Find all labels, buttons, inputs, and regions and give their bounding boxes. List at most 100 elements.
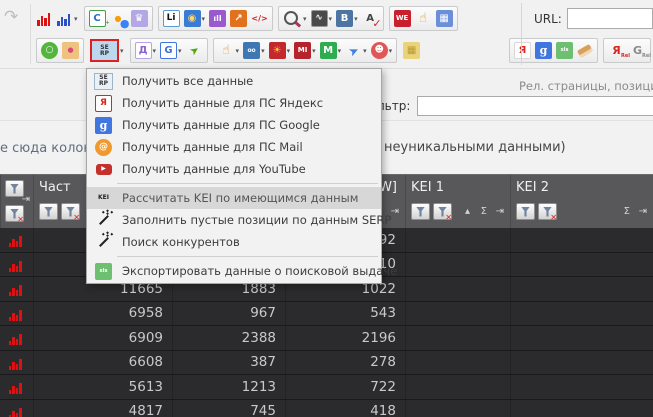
pin-icon[interactable]: ⇥ <box>391 206 399 217</box>
sort-asc-icon[interactable]: ▴ <box>465 206 470 217</box>
menu-item-get-all-data[interactable]: SE RP Получить все данные <box>87 70 381 92</box>
cell-kei1 <box>405 301 510 325</box>
we-service-button[interactable]: WE <box>393 7 412 30</box>
red-stats-chart-button[interactable] <box>36 7 54 30</box>
menu-item-calc-kei[interactable]: KEI Рассчитать KEI по имеющимся данным <box>87 187 381 209</box>
filter-input[interactable] <box>417 96 653 116</box>
toolbar-group: Яg xls <box>509 38 598 63</box>
serp-collect-button[interactable]: SE RP ▾ <box>89 39 125 62</box>
menu-item-find-competitors[interactable]: Поиск конкурентов <box>87 231 381 253</box>
person-badge-icon: ☻ <box>370 42 388 59</box>
hand-collect-button[interactable]: ☝ ▾ <box>217 39 241 62</box>
menu-item-label: Экспортировать данные о поисковой выдаче <box>122 264 398 278</box>
dropdown-arrow-icon: ▾ <box>337 46 342 55</box>
table-row[interactable]: 6909 2388 2196 <box>0 326 653 351</box>
funnel-icon <box>521 206 530 217</box>
serp-thumbnail-button[interactable]: ∿ ▾ <box>310 7 334 30</box>
red-x-icon: ✕ <box>17 215 24 224</box>
metrika-m-button[interactable]: M ▾ <box>319 39 343 62</box>
vkontakte-button[interactable]: B ▾ <box>335 7 359 30</box>
clear-filter-button[interactable]: ✕ <box>61 203 80 222</box>
dropdown-arrow-icon: ▾ <box>303 14 307 23</box>
clear-filter-button[interactable]: ✕ <box>538 203 557 222</box>
toolbar-row-2: ○ ● SE RP ▾ Д ▾ G ▾ ➤ ☝ ▾ oo ▾ ☀ ▾ MI ▾ M ▾ ➤ ▾ ☻ ▾ ▦ Яg xls Я Rel G R… <box>36 37 651 64</box>
redo-icon[interactable]: ↷ <box>4 7 18 27</box>
liveinternet-button[interactable]: Li <box>162 7 181 30</box>
yandex-parse-button[interactable]: Я <box>513 39 532 62</box>
filter-button[interactable] <box>39 203 58 220</box>
coin-button[interactable]: ◉ ▾ <box>183 7 207 30</box>
column-label-kei1: KEI 1 <box>411 180 444 195</box>
pin-icon[interactable]: ⇥ <box>496 206 504 217</box>
toolbar-group: Li ◉ ▾ ıll ↗ </> <box>157 6 274 31</box>
hand-stop-button[interactable]: ☝ <box>414 7 433 30</box>
green-gem-button[interactable]: ○ <box>40 39 59 62</box>
menu-item-get-yandex-data[interactable]: Я Получить данные для ПС Яндекс <box>87 92 381 114</box>
xls-export-button[interactable]: xls <box>555 39 574 62</box>
menu-item-export-serp-data[interactable]: xls Экспортировать данные о поисковой выд… <box>87 260 397 282</box>
table-row[interactable]: 6608 387 278 <box>0 350 653 375</box>
purple-chart-button[interactable]: ıll <box>208 7 227 30</box>
menu-item-fill-empty-positions[interactable]: Заполнить пустые позиции по данным SERP <box>87 209 391 231</box>
nonunique-note: неуникальными данными) <box>384 140 566 155</box>
map-marker-icon: ● <box>62 42 79 59</box>
column-header-kei2[interactable]: KEI 2 ✕ ⇥ Σ <box>510 175 653 229</box>
eraser-button[interactable] <box>576 39 594 62</box>
menu-item-get-google-data[interactable]: g Получить данные для ПС Google <box>87 114 381 136</box>
table-row[interactable]: 6958 967 543 <box>0 301 653 326</box>
yandex-direct-d-button[interactable]: Д ▾ <box>134 39 158 62</box>
filter-button[interactable] <box>516 203 535 220</box>
clear-filter-button[interactable]: ✕ <box>433 203 452 222</box>
calculator-button[interactable]: ▦ <box>435 7 454 30</box>
google-adwords-g-button[interactable]: G ▾ <box>159 39 183 62</box>
menu-item-get-mail-data[interactable]: @ Получить данные для ПС Mail <box>87 136 381 158</box>
column-header-state[interactable]: ✕ ⇥ <box>0 175 33 229</box>
column-header-kei1[interactable]: KEI 1 ✕ ⇥ Σ ▴ <box>405 175 510 229</box>
keyword-stats-icon <box>8 257 25 272</box>
google-rel-button[interactable]: G Rel <box>628 39 651 62</box>
table-row[interactable]: 4817 745 418 <box>0 399 653 417</box>
cell-kei2 <box>510 399 653 417</box>
orange-chart-button[interactable]: ↗ <box>229 7 248 30</box>
crown-button[interactable]: ♛ <box>130 7 149 30</box>
spy-agent-button[interactable]: oo ▾ <box>242 39 266 62</box>
clear-filter-button[interactable]: ✕ <box>5 205 24 224</box>
code-wrench-button[interactable]: </> <box>250 7 269 30</box>
table-row[interactable]: 5613 1213 722 <box>0 375 653 400</box>
blue-stats-chart-button[interactable]: ▾ <box>56 7 79 30</box>
filter-button[interactable] <box>411 203 430 220</box>
green-leaf-button[interactable]: ➤ <box>185 39 204 62</box>
blue-arrow-icon: ➤ <box>346 42 362 59</box>
sum-icon[interactable]: Σ <box>481 206 487 217</box>
sum-icon[interactable]: Σ <box>624 206 630 217</box>
blue-arrow-button[interactable]: ➤ ▾ <box>344 39 368 62</box>
cell-kei1 <box>405 228 510 252</box>
hand-stop-icon: ☝ <box>419 11 428 26</box>
pin-icon[interactable]: ⇥ <box>22 194 30 205</box>
spellcheck-button[interactable]: A ✓ <box>361 7 381 30</box>
crown-icon: ♛ <box>130 10 148 27</box>
kei-icon: KEI <box>98 194 109 201</box>
magic-wand-icon <box>98 215 109 225</box>
google-parse-button[interactable]: g <box>534 39 553 62</box>
toolbar-group: SE RP ▾ <box>89 38 125 63</box>
toolbar-group: ▾ <box>36 6 79 31</box>
menu-item-get-youtube-data[interactable]: ▶ Получить данные для YouTube <box>87 158 381 180</box>
mi-service-button[interactable]: MI ▾ <box>293 39 317 62</box>
color-dots-button[interactable]: ● ● <box>109 7 130 30</box>
serp-collect-icon: SE RP <box>90 39 119 62</box>
orange-chart-icon: ↗ <box>230 10 248 27</box>
map-marker-button[interactable]: ● <box>61 39 80 62</box>
yandex-rel-button[interactable]: Я Rel <box>607 39 630 62</box>
collect-c-button[interactable]: C + <box>88 7 110 30</box>
package-box-button[interactable]: ▦ <box>402 39 421 62</box>
pin-icon[interactable]: ⇥ <box>639 206 647 217</box>
dropdown-arrow-icon: ▾ <box>286 46 291 55</box>
keyword-stats-icon <box>8 281 25 297</box>
xls-icon: xls <box>95 262 112 280</box>
serp-icon: SE RP <box>94 72 113 90</box>
person-badge-button[interactable]: ☻ ▾ <box>370 39 394 62</box>
fireball-button[interactable]: ☀ ▾ <box>268 39 292 62</box>
url-input[interactable] <box>566 8 653 29</box>
search-lens-button[interactable]: ▾ <box>282 7 308 30</box>
